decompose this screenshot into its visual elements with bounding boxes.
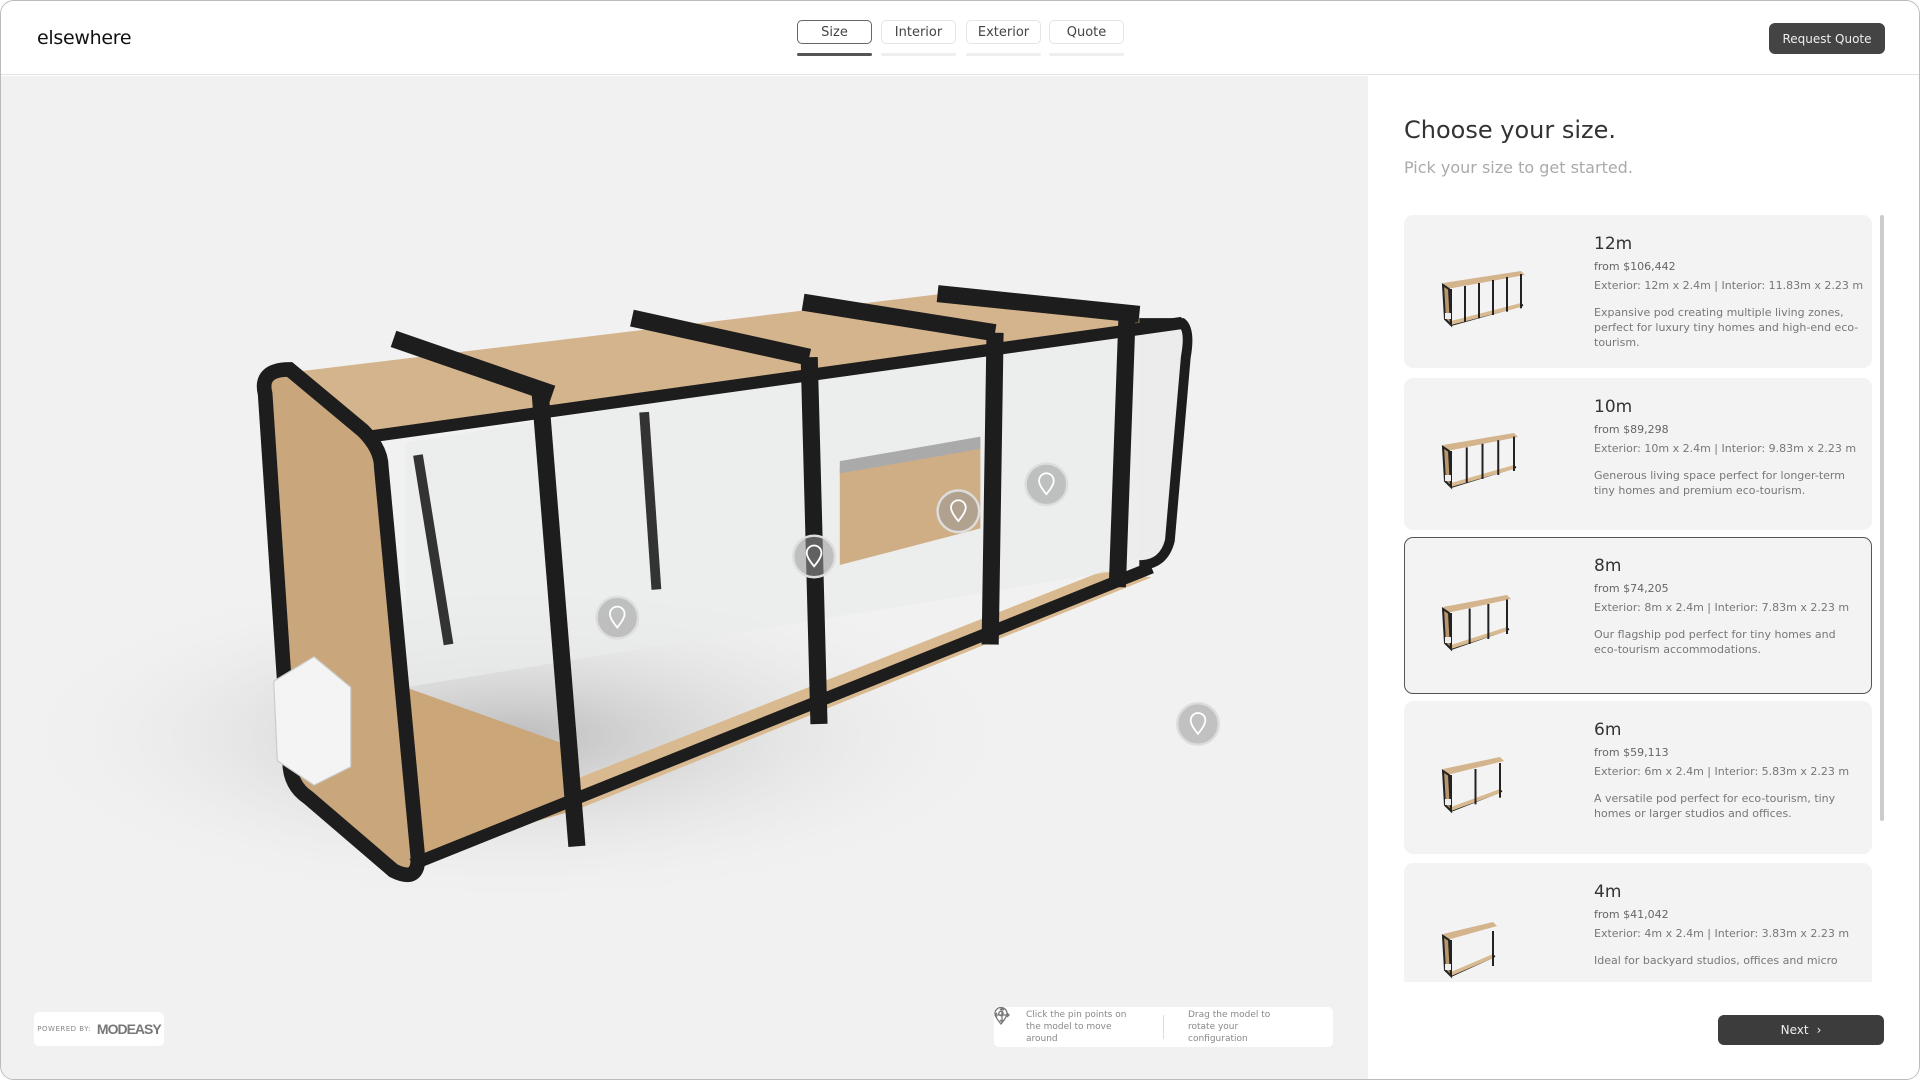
size-title: 6m — [1594, 720, 1622, 740]
request-quote-button[interactable]: Request Quote — [1769, 23, 1885, 54]
size-dimensions: Exterior: 10m x 2.4m | Interior: 9.83m x… — [1594, 442, 1857, 455]
hotspot-pin-5[interactable] — [1175, 701, 1221, 746]
pod-thumbnail — [1441, 757, 1504, 814]
scrollbar[interactable] — [1880, 215, 1884, 821]
size-title: 12m — [1594, 234, 1633, 254]
tab-progress-quote — [1049, 53, 1124, 56]
size-dimensions: Exterior: 12m x 2.4m | Interior: 11.83m … — [1594, 279, 1864, 292]
hotspot-pin-3[interactable] — [936, 489, 981, 534]
pod-3d-model[interactable] — [1, 76, 1368, 1080]
panel-title: Choose your size. — [1404, 116, 1616, 144]
size-option-card-6m[interactable]: 6m from $59,113 Exterior: 6m x 2.4m | In… — [1404, 701, 1872, 854]
size-description: Generous living space perfect for longer… — [1594, 469, 1845, 497]
tab-progress-size — [797, 53, 872, 56]
tab-exterior[interactable]: Exterior — [966, 20, 1041, 44]
size-description: A versatile pod perfect for eco-tourism,… — [1594, 792, 1836, 820]
size-price: from $106,442 — [1594, 260, 1676, 273]
pod-thumbnail — [1441, 595, 1511, 652]
hotspot-pin-1[interactable] — [595, 595, 640, 640]
panel-subtitle: Pick your size to get started. — [1404, 158, 1633, 177]
hotspot-pin-2[interactable] — [792, 534, 837, 579]
pod-thumbnail — [1441, 433, 1518, 490]
size-option-card-8m[interactable]: 8m from $74,205 Exterior: 8m x 2.4m | In… — [1404, 537, 1872, 694]
chevron-right-icon: › — [1816, 1023, 1822, 1037]
size-option-card-4m[interactable]: 4m from $41,042 Exterior: 4m x 2.4m | In… — [1404, 863, 1872, 982]
size-price: from $89,298 — [1594, 423, 1669, 436]
hotspot-pin-4[interactable] — [1024, 462, 1069, 507]
tab-interior[interactable]: Interior — [881, 20, 956, 44]
size-description: Expansive pod creating multiple living z… — [1594, 306, 1859, 349]
size-description: Ideal for backyard studios, offices and … — [1594, 954, 1838, 967]
tab-progress-exterior — [966, 53, 1041, 56]
size-dimensions: Exterior: 6m x 2.4m | Interior: 5.83m x … — [1594, 765, 1850, 778]
tab-size[interactable]: Size — [797, 20, 872, 44]
powered-by-badge[interactable]: POWERED BY: MODEASY — [34, 1012, 164, 1046]
size-option-card-10m[interactable]: 10m from $89,298 Exterior: 10m x 2.4m | … — [1404, 378, 1872, 530]
powered-by-label: POWERED BY: — [37, 1025, 91, 1033]
size-title: 8m — [1594, 556, 1622, 576]
top-header: elsewhere Size Interior Exterior Quote R… — [1, 1, 1919, 75]
size-options-list: 12m from $106,442 Exterior: 12m x 2.4m |… — [1404, 215, 1874, 982]
size-price: from $59,113 — [1594, 746, 1669, 759]
modeasy-logo: MODEASY — [96, 1021, 162, 1037]
size-title: 4m — [1594, 882, 1622, 902]
size-title: 10m — [1594, 397, 1633, 417]
app-window: elsewhere Size Interior Exterior Quote R… — [0, 0, 1920, 1080]
size-price: from $41,042 — [1594, 908, 1669, 921]
hint-drag-text: Drag the model to rotate your configurat… — [1188, 1010, 1271, 1044]
next-label: Next — [1780, 1023, 1809, 1037]
pod-thumbnail — [1441, 271, 1525, 328]
size-description: Our flagship pod perfect for tiny homes … — [1594, 628, 1836, 656]
size-option-card-12m[interactable]: 12m from $106,442 Exterior: 12m x 2.4m |… — [1404, 215, 1872, 368]
size-dimensions: Exterior: 4m x 2.4m | Interior: 3.83m x … — [1594, 927, 1850, 940]
pod-thumbnail — [1441, 922, 1497, 979]
brand-logo[interactable]: elsewhere — [37, 27, 132, 49]
hint-pins-text: Click the pin points on the model to mov… — [1026, 1010, 1127, 1044]
size-price: from $74,205 — [1594, 582, 1669, 595]
navigation-hints: Click the pin points on the model to mov… — [994, 1007, 1333, 1047]
tab-progress-interior — [881, 53, 956, 56]
size-dimensions: Exterior: 8m x 2.4m | Interior: 7.83m x … — [1594, 601, 1850, 614]
size-panel: Choose your size. Pick your size to get … — [1368, 76, 1919, 1079]
3d-model-viewer[interactable]: POWERED BY: MODEASY Click the pin points… — [1, 76, 1368, 1080]
next-button[interactable]: Next › — [1718, 1015, 1884, 1045]
tab-quote[interactable]: Quote — [1049, 20, 1124, 44]
